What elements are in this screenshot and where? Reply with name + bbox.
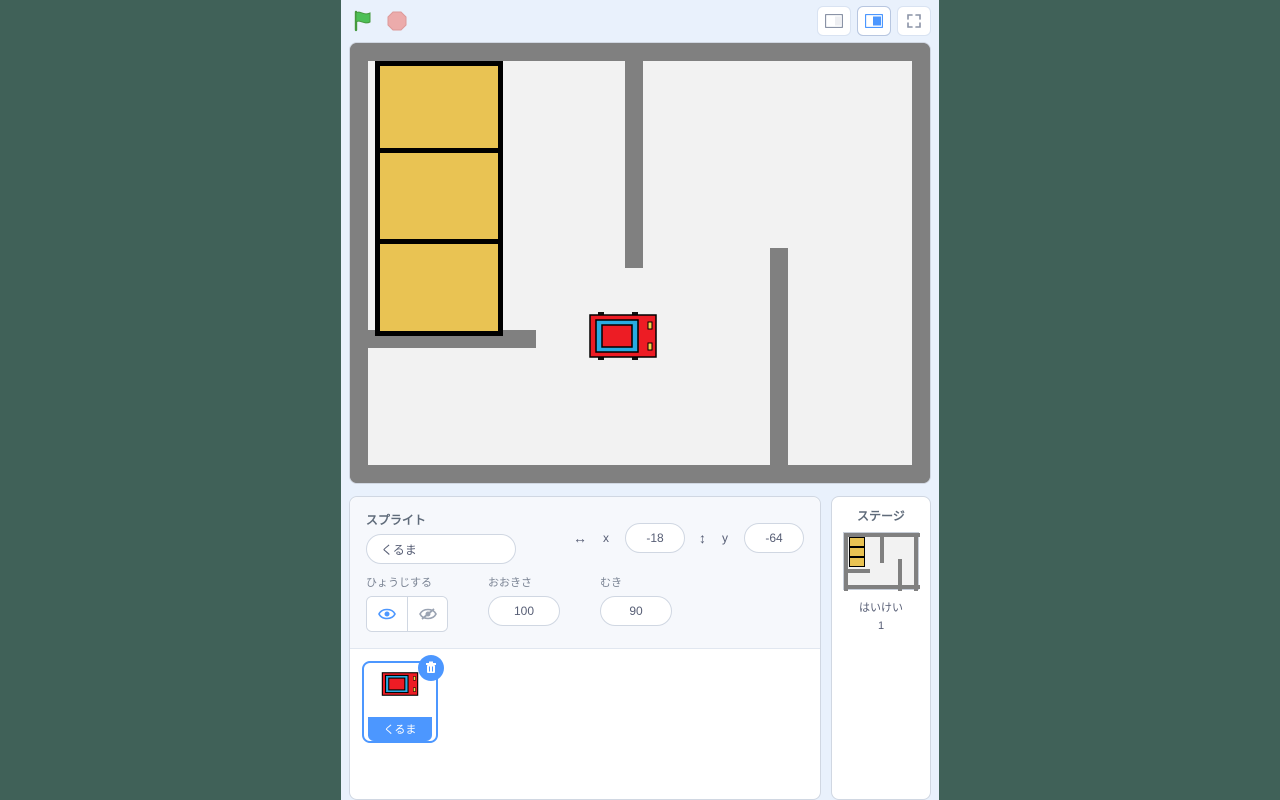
x-input[interactable] [625, 523, 685, 553]
size-label: おおきさ [488, 574, 560, 590]
backdrop-label: はいけい [859, 600, 903, 618]
visibility-toggle [366, 596, 448, 632]
horizontal-arrows-icon: ↔ [573, 530, 587, 546]
maze-wall [625, 43, 643, 268]
stage-label: ステージ [857, 507, 905, 524]
stage-container [349, 42, 931, 484]
run-controls [349, 7, 411, 35]
fullscreen-button[interactable] [897, 6, 931, 36]
green-flag-button[interactable] [349, 7, 377, 35]
scratch-stage-app: スプライト ↔ x ↕ y ひょうじする [341, 0, 939, 800]
view-controls [817, 6, 931, 36]
maze-wall [350, 465, 930, 483]
delete-sprite-button[interactable] [418, 655, 444, 681]
sprite-name-input[interactable] [366, 534, 516, 564]
show-label: ひょうじする [366, 574, 448, 590]
maze-wall [350, 43, 368, 483]
lower-panels: スプライト ↔ x ↕ y ひょうじする [349, 496, 931, 800]
hide-button[interactable] [407, 597, 447, 631]
backdrop-count: 1 [859, 618, 903, 636]
size-input[interactable] [488, 596, 560, 626]
sprite-list: くるま [350, 649, 820, 799]
small-stage-button[interactable] [817, 6, 851, 36]
direction-input[interactable] [600, 596, 672, 626]
stage-header [341, 0, 939, 42]
sprite-info: スプライト ↔ x ↕ y ひょうじする [350, 497, 820, 649]
show-button[interactable] [367, 597, 407, 631]
sprite-thumbnail [380, 669, 420, 699]
backdrop-caption: はいけい 1 [859, 600, 903, 635]
stage-canvas[interactable] [350, 43, 930, 483]
sprite-label: スプライト [366, 511, 516, 528]
stage-panel: ステージ はいけい 1 [831, 496, 931, 800]
y-input[interactable] [744, 523, 804, 553]
sprite-panel: スプライト ↔ x ↕ y ひょうじする [349, 496, 821, 800]
maze-wall [770, 248, 788, 483]
maze-wall [912, 43, 930, 483]
parking-cell [375, 153, 503, 245]
x-label: x [603, 531, 609, 545]
parking-slots [375, 61, 503, 336]
backdrop-thumbnail[interactable] [843, 532, 919, 590]
direction-label: むき [600, 574, 672, 590]
sprite-tile-name: くるま [368, 717, 432, 741]
large-stage-button[interactable] [857, 6, 891, 36]
stop-button[interactable] [383, 7, 411, 35]
car-sprite[interactable] [586, 308, 660, 364]
sprite-tile[interactable]: くるま [362, 661, 438, 743]
parking-cell [375, 61, 503, 153]
vertical-arrows-icon: ↕ [699, 530, 706, 546]
y-label: y [722, 531, 728, 545]
parking-cell [375, 244, 503, 336]
